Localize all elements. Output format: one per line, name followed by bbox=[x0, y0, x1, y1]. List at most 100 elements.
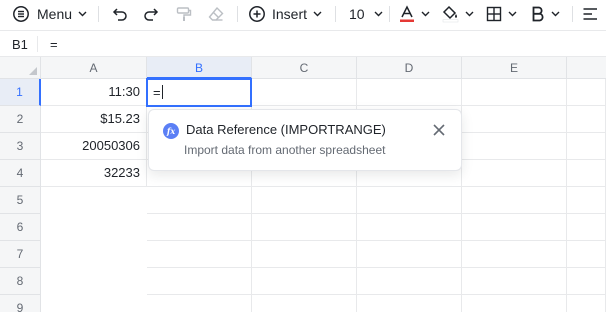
chevron-down-icon bbox=[374, 11, 383, 17]
cell-a3[interactable]: 20050306 bbox=[41, 133, 147, 160]
grid-cell[interactable] bbox=[567, 295, 606, 312]
bold-button[interactable] bbox=[531, 0, 560, 28]
row-header-7[interactable]: 7 bbox=[0, 241, 41, 268]
text-caret bbox=[161, 85, 163, 99]
grid-cell[interactable] bbox=[252, 295, 357, 312]
toolbar-divider bbox=[335, 6, 336, 22]
close-popup-button[interactable] bbox=[432, 123, 446, 137]
menu-icon bbox=[12, 5, 30, 23]
grid-cell[interactable] bbox=[147, 268, 252, 295]
grid-cell[interactable] bbox=[567, 79, 606, 106]
grid-cell[interactable] bbox=[462, 187, 567, 214]
column-header-d[interactable]: D bbox=[357, 57, 462, 79]
insert-button[interactable]: Insert bbox=[248, 0, 322, 28]
grid-cell[interactable] bbox=[252, 214, 357, 241]
chevron-down-icon bbox=[508, 11, 517, 17]
row-header-8[interactable]: 8 bbox=[0, 268, 41, 295]
grid-cell[interactable] bbox=[567, 160, 606, 187]
grid-cell[interactable] bbox=[462, 160, 567, 187]
paint-bucket-icon bbox=[442, 5, 459, 23]
redo-button[interactable] bbox=[142, 0, 160, 28]
undo-button[interactable] bbox=[111, 0, 129, 28]
row-header-1[interactable]: 1 bbox=[0, 79, 41, 106]
menu-label: Menu bbox=[37, 6, 73, 22]
format-painter-icon bbox=[175, 5, 193, 23]
align-left-icon bbox=[582, 6, 598, 22]
grid-cell[interactable] bbox=[567, 268, 606, 295]
grid-cell[interactable] bbox=[147, 241, 252, 268]
grid-cell[interactable] bbox=[462, 295, 567, 312]
eraser-icon bbox=[207, 5, 225, 23]
grid-cell[interactable] bbox=[357, 214, 462, 241]
row-header-4[interactable]: 4 bbox=[0, 160, 41, 187]
toolbar: Menu Insert 10 bbox=[0, 0, 606, 30]
row-header-2[interactable]: 2 bbox=[0, 106, 41, 133]
formula-suggestion-popup[interactable]: fx Data Reference (IMPORTRANGE) Import d… bbox=[148, 109, 462, 171]
fill-color-button[interactable] bbox=[442, 0, 474, 28]
cell-a2[interactable]: $15.23 bbox=[41, 106, 147, 133]
clear-format-button[interactable] bbox=[207, 0, 225, 28]
grid-cell[interactable] bbox=[462, 133, 567, 160]
select-all-corner[interactable] bbox=[0, 57, 41, 79]
row-header-5[interactable]: 5 bbox=[0, 187, 41, 214]
grid-cell[interactable] bbox=[252, 79, 357, 106]
chevron-down-icon bbox=[421, 11, 430, 17]
text-color-button[interactable] bbox=[399, 0, 430, 28]
grid-cell[interactable] bbox=[252, 187, 357, 214]
grid-cell[interactable] bbox=[462, 268, 567, 295]
formula-bar-divider bbox=[37, 36, 38, 52]
grid-cell[interactable] bbox=[252, 268, 357, 295]
formula-input[interactable]: = bbox=[50, 37, 58, 52]
grid-cell[interactable] bbox=[357, 79, 462, 106]
cell-a1[interactable]: 11:30 bbox=[41, 79, 147, 106]
chevron-down-icon bbox=[78, 11, 87, 17]
insert-label: Insert bbox=[272, 6, 308, 22]
grid-cell[interactable] bbox=[567, 214, 606, 241]
row-header-9[interactable]: 9 bbox=[0, 295, 41, 312]
suggestion-title: Data Reference (IMPORTRANGE) bbox=[186, 122, 386, 137]
grid-cell[interactable] bbox=[462, 241, 567, 268]
chevron-down-icon bbox=[465, 11, 474, 17]
column-header-b[interactable]: B bbox=[147, 57, 252, 79]
grid-cell[interactable] bbox=[567, 187, 606, 214]
row-header-6[interactable]: 6 bbox=[0, 214, 41, 241]
grid-cell[interactable] bbox=[357, 295, 462, 312]
function-icon: fx bbox=[163, 123, 179, 139]
grid-cell[interactable] bbox=[147, 295, 252, 312]
borders-button[interactable] bbox=[486, 0, 517, 28]
grid-cell[interactable] bbox=[567, 133, 606, 160]
align-button[interactable] bbox=[582, 0, 598, 28]
grid-cell[interactable] bbox=[252, 241, 357, 268]
menu-button[interactable]: Menu bbox=[12, 0, 87, 28]
font-size-select[interactable]: 10 bbox=[349, 0, 383, 28]
font-size-value: 10 bbox=[349, 6, 365, 22]
chevron-down-icon bbox=[551, 11, 560, 17]
column-header-e[interactable]: E bbox=[462, 57, 567, 79]
grid-cell[interactable] bbox=[357, 241, 462, 268]
grid-cell[interactable] bbox=[357, 187, 462, 214]
grid-cell[interactable] bbox=[462, 214, 567, 241]
undo-icon bbox=[111, 5, 129, 23]
spreadsheet-grid: A B C D E 1 2 3 4 5 6 7 8 9 11:30 $15.23… bbox=[0, 57, 606, 312]
active-cell-editor[interactable]: = bbox=[146, 78, 252, 107]
grid-cell[interactable] bbox=[462, 106, 567, 133]
grid-cell[interactable] bbox=[147, 187, 252, 214]
grid-cell[interactable] bbox=[567, 241, 606, 268]
grid-cell[interactable] bbox=[567, 106, 606, 133]
cell-reference-box[interactable]: B1 bbox=[12, 37, 28, 52]
format-painter-button[interactable] bbox=[175, 0, 193, 28]
redo-icon bbox=[142, 5, 160, 23]
suggestion-description: Import data from another spreadsheet bbox=[184, 143, 386, 157]
row-header-3[interactable]: 3 bbox=[0, 133, 41, 160]
grid-cell[interactable] bbox=[357, 268, 462, 295]
column-header-overflow bbox=[567, 57, 606, 79]
column-header-c[interactable]: C bbox=[252, 57, 357, 79]
close-icon bbox=[432, 124, 446, 141]
cell-a4[interactable]: 32233 bbox=[41, 160, 147, 187]
column-header-a[interactable]: A bbox=[41, 57, 147, 79]
text-color-icon bbox=[399, 5, 415, 23]
bold-icon bbox=[531, 6, 545, 22]
plus-circle-icon bbox=[248, 5, 266, 23]
grid-cell[interactable] bbox=[462, 79, 567, 106]
grid-cell[interactable] bbox=[147, 214, 252, 241]
